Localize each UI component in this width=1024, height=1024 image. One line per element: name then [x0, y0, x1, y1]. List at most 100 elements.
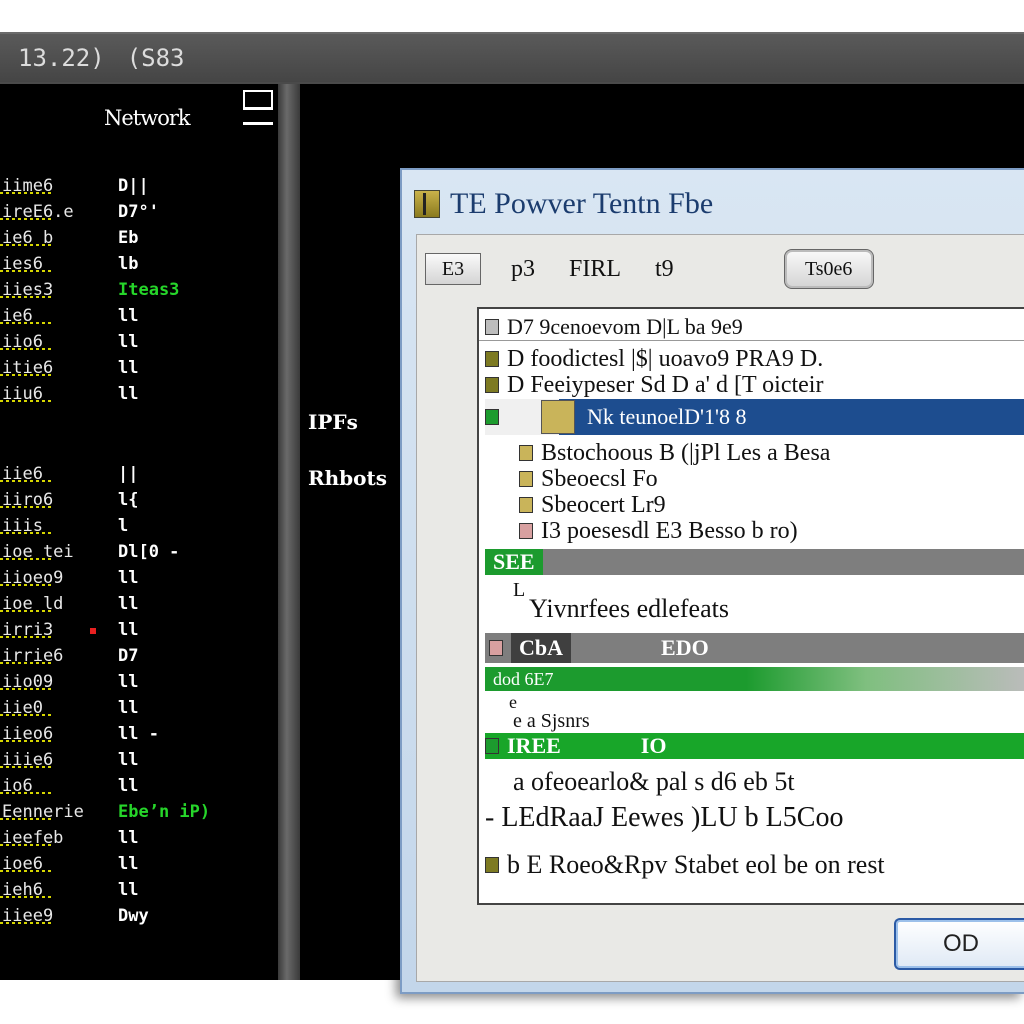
console-row[interactable]: itie6 ll [0, 358, 278, 382]
list-line: Yivnrfees edlefeats [479, 593, 1024, 625]
console-row[interactable]: irri3 ll [0, 620, 278, 644]
console-row[interactable]: iie6 || [0, 464, 278, 488]
toolbar-item-firl[interactable]: FIRL [565, 256, 625, 283]
console-row-key: ieh6 [0, 880, 52, 900]
console-row[interactable]: ieefeb ll [0, 828, 278, 852]
console-row-key: iiis [0, 516, 52, 536]
console-row-key: io6 [0, 776, 52, 796]
console-row-value: ll [118, 306, 139, 326]
console-row[interactable]: ies6 lb [0, 254, 278, 278]
dialog-toolbar: E3 p3 FIRL t9 Ts0e6 [425, 245, 1021, 293]
checkbox-icon[interactable] [485, 318, 499, 335]
list-line: - LEdRaaJ Eewes )LU b L5Coo [479, 801, 1024, 835]
console-row[interactable]: iiie6 ll [0, 750, 278, 774]
checkbox-icon[interactable] [485, 857, 499, 873]
pane-splitter[interactable] [278, 84, 300, 980]
console-row-key: itie6 [0, 358, 54, 378]
console-row[interactable]: Eennerie Ebe’n iP) [0, 802, 278, 826]
list-item[interactable]: I3 poesesdl E3 Besso b ro) [479, 517, 1024, 545]
list-item[interactable]: D foodictesl |$| uoavo9 PRA9 D. [479, 345, 1024, 373]
console-row[interactable]: ioe6 ll [0, 854, 278, 878]
console-row-key: Eennerie [0, 802, 84, 822]
group-bar[interactable]: dod 6E7 [485, 667, 1024, 691]
console-row[interactable]: iioeo9 ll [0, 568, 278, 592]
console-row[interactable]: iiee9 Dwy [0, 906, 278, 930]
console-row-key: iie0 [0, 698, 52, 718]
toolbar-button-round[interactable]: Ts0e6 [783, 249, 874, 289]
console-row-value: ll [118, 672, 139, 692]
app-icon [414, 190, 440, 218]
list-item[interactable]: D Feeiypeser Sd D a' d [T oicteir [479, 371, 1024, 399]
file-icon [519, 497, 533, 513]
console-row[interactable]: ie6 b Eb [0, 228, 278, 252]
list-line: e a Sjsnrs [479, 709, 1024, 733]
console-row-key: iime6 [0, 176, 54, 196]
console-row[interactable]: iiis l [0, 516, 278, 540]
list-header[interactable]: D7 9cenoevom D|L ba 9e9 [479, 313, 1024, 341]
checkbox-icon[interactable] [485, 377, 499, 393]
list-line-text: b E Roeo&Rpv Stabet eol be on rest [507, 850, 885, 879]
console-row-value: ll [118, 568, 139, 588]
list-line-text: a ofeoearlo& pal s d6 eb 5t [513, 767, 795, 796]
console-row[interactable]: iime6 D|| [0, 176, 278, 200]
dialog-titlebar[interactable]: TE Powver Tentn Fbe [414, 184, 1014, 224]
toolbar-button-e3[interactable]: E3 [425, 253, 481, 285]
list-line: b E Roeo&Rpv Stabet eol be on rest [479, 849, 1024, 881]
checkbox-icon[interactable] [485, 738, 499, 754]
console-row-key: iiro6 [0, 490, 54, 510]
console-row-value: ll [118, 358, 139, 378]
left-pane[interactable]: Network iime6 D|| ireE6.e D7°' ie6 b Eb ies6 lb… [0, 84, 278, 980]
group-bar-text: EDO [661, 635, 709, 660]
console-row[interactable]: iies3 Iteas3 [0, 280, 278, 304]
pane-maximize-icon[interactable] [243, 90, 273, 125]
checkbox-icon[interactable] [485, 409, 499, 425]
group-bar[interactable]: IREE IO [485, 733, 1024, 759]
console-row-value: ll [118, 620, 139, 640]
list-item[interactable]: Sbeoecsl Fo [479, 465, 1024, 493]
console-row-value: ll [118, 828, 139, 848]
console-row-value: ll [118, 594, 139, 614]
console-row[interactable]: iieo6 ll - [0, 724, 278, 748]
list-item[interactable]: Sbeocert Lr9 [479, 491, 1024, 519]
console-row[interactable]: ieh6 ll [0, 880, 278, 904]
checkbox-icon[interactable] [485, 351, 499, 367]
console-row[interactable]: io6 ll [0, 776, 278, 800]
console-row[interactable]: iiro6 l{ [0, 490, 278, 514]
group-bar[interactable]: CbA EDO [485, 633, 1024, 663]
console-row-key: irrie6 [0, 646, 64, 666]
console-row[interactable]: ioe tei Dl[0 - [0, 542, 278, 566]
console-row[interactable]: iio6 ll [0, 332, 278, 356]
console-title-right: (S83 [126, 44, 185, 72]
toolbar-item-p3[interactable]: p3 [507, 256, 539, 283]
console-row[interactable]: ireE6.e D7°' [0, 202, 278, 226]
list-line-text: - LEdRaaJ Eewes )LU b L5Coo [485, 802, 844, 833]
error-dot-icon [90, 628, 96, 634]
dialog-title: TE Powver Tentn Fbe [450, 187, 714, 220]
toolbar-item-t9[interactable]: t9 [651, 256, 678, 283]
console-row-key: iiie6 [0, 750, 54, 770]
power-dialog: TE Powver Tentn Fbe E3 p3 FIRL t9 Ts0e6 … [400, 168, 1024, 994]
console-row-value: ll - [118, 724, 159, 744]
console-row[interactable]: iio09 ll [0, 672, 278, 696]
group-bar-label: dod 6E7 [493, 668, 554, 689]
properties-list[interactable]: D7 9cenoevom D|L ba 9e9 D foodictesl |$|… [477, 307, 1024, 905]
console-row-key: ies6 [0, 254, 52, 274]
list-item[interactable]: Bstochoous B (|jPl Les a Besa [479, 439, 1024, 467]
console-row-value: Dwy [118, 906, 149, 926]
console-row-key: ie6 [0, 306, 52, 326]
console-row-key: ioe ld [0, 594, 64, 614]
console-row-value: l [118, 516, 129, 536]
console-row[interactable]: iie0 ll [0, 698, 278, 722]
ok-button[interactable]: OD [894, 918, 1024, 970]
group-bar[interactable]: SEE [485, 549, 1024, 575]
console-row[interactable]: ie6 ll [0, 306, 278, 330]
console-row[interactable]: iiu6 ll [0, 384, 278, 408]
file-icon [489, 640, 503, 656]
console-row[interactable]: irrie6 D7 [0, 646, 278, 670]
console-title-left: 13.22) [18, 44, 105, 72]
console-row[interactable]: ioe ld ll [0, 594, 278, 618]
list-item-selected[interactable]: Nk teunoelD'1'8 8 [485, 399, 1024, 435]
console-row-value: || [118, 464, 139, 484]
console-row-key: ieefeb [0, 828, 64, 848]
console-row-value: Iteas3 [118, 280, 180, 300]
